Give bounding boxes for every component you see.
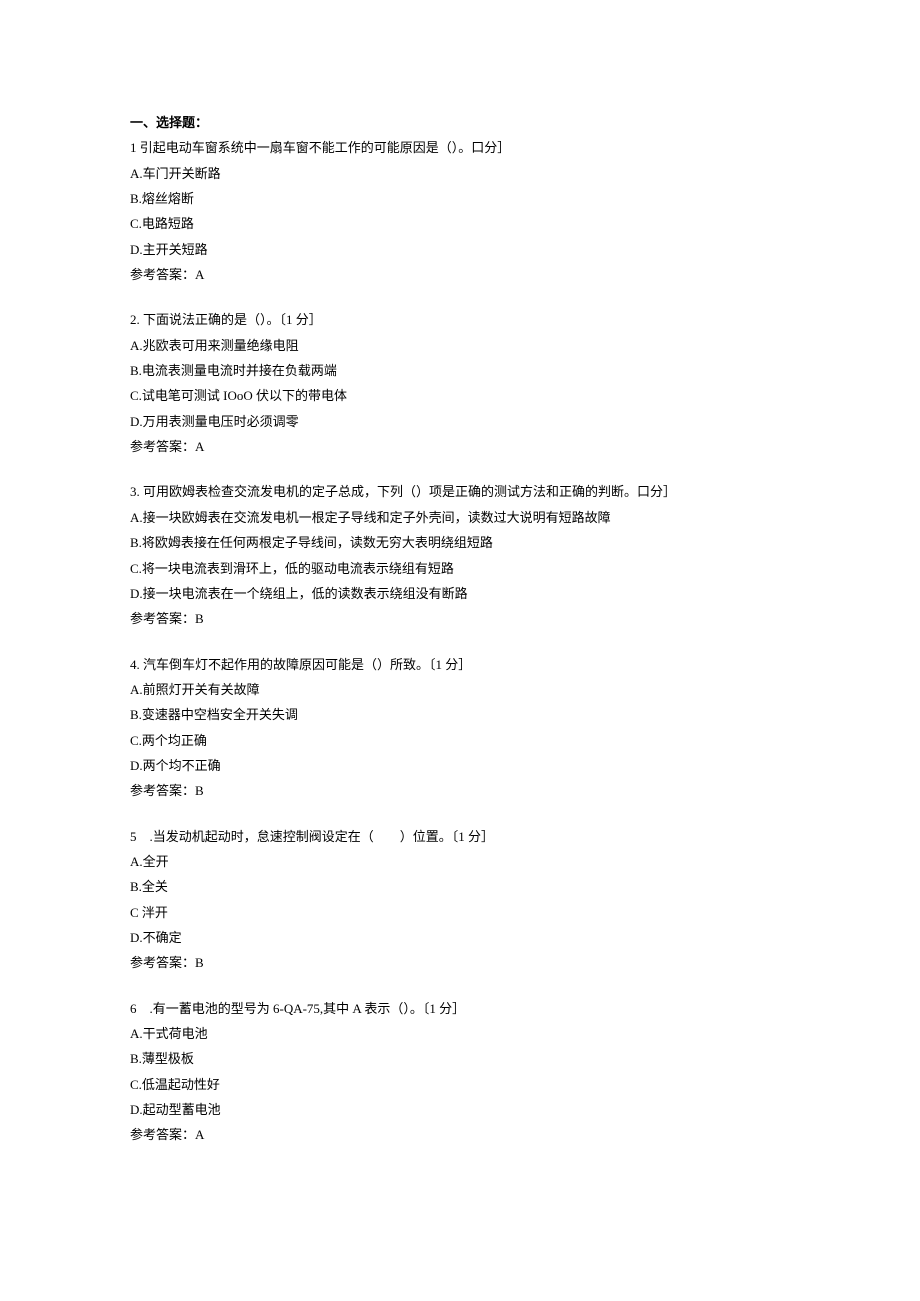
option-a: A.干式荷电池 (130, 1021, 790, 1046)
answer: 参考答案：B (130, 778, 790, 803)
option-a: A.前照灯开关有关故障 (130, 677, 790, 702)
option-b: B.将欧姆表接在任何两根定子导线间，读数无穷大表明绕组短路 (130, 530, 790, 555)
option-d: D.接一块电流表在一个绕组上，低的读数表示绕组没有断路 (130, 581, 790, 606)
question-stem: 6 .有一蓄电池的型号为 6-QA-75,其中 A 表示（）。〔1 分］ (130, 996, 790, 1021)
question-stem: 2. 下面说法正确的是（）。〔1 分］ (130, 307, 790, 332)
question-block-6: 6 .有一蓄电池的型号为 6-QA-75,其中 A 表示（）。〔1 分］ A.干… (130, 996, 790, 1148)
question-stem: 5 .当发动机起动时，怠速控制阀设定在（ ）位置。〔1 分］ (130, 824, 790, 849)
question-stem: 1 引起电动车窗系统中一扇车窗不能工作的可能原因是（）。口分］ (130, 135, 790, 160)
question-block-1: 一、选择题： 1 引起电动车窗系统中一扇车窗不能工作的可能原因是（）。口分］ A… (130, 110, 790, 287)
section-heading: 一、选择题： (130, 110, 790, 135)
option-c: C.低温起动性好 (130, 1072, 790, 1097)
answer: 参考答案：A (130, 434, 790, 459)
option-c: C 泮开 (130, 900, 790, 925)
answer: 参考答案：B (130, 950, 790, 975)
option-d: D.两个均不正确 (130, 753, 790, 778)
answer: 参考答案：A (130, 262, 790, 287)
option-c: C.电路短路 (130, 211, 790, 236)
question-stem: 3. 可用欧姆表检查交流发电机的定子总成，下列（）项是正确的测试方法和正确的判断… (130, 479, 790, 504)
option-b: B.变速器中空档安全开关失调 (130, 702, 790, 727)
answer: 参考答案：B (130, 606, 790, 631)
option-c: C.两个均正确 (130, 728, 790, 753)
option-b: B.薄型极板 (130, 1046, 790, 1071)
option-a: A.接一块欧姆表在交流发电机一根定子导线和定子外壳间，读数过大说明有短路故障 (130, 505, 790, 530)
option-b: B.电流表测量电流时并接在负载两端 (130, 358, 790, 383)
question-block-5: 5 .当发动机起动时，怠速控制阀设定在（ ）位置。〔1 分］ A.全开 B.全关… (130, 824, 790, 976)
option-b: B.熔丝熔断 (130, 186, 790, 211)
question-block-2: 2. 下面说法正确的是（）。〔1 分］ A.兆欧表可用来测量绝缘电阻 B.电流表… (130, 307, 790, 459)
option-d: D.主开关短路 (130, 237, 790, 262)
question-stem: 4. 汽车倒车灯不起作用的故障原因可能是（）所致。〔1 分］ (130, 652, 790, 677)
option-a: A.车门开关断路 (130, 161, 790, 186)
option-c: C.试电笔可测试 IOoO 伏以下的带电体 (130, 383, 790, 408)
answer: 参考答案：A (130, 1122, 790, 1147)
option-d: D.起动型蓄电池 (130, 1097, 790, 1122)
option-c: C.将一块电流表到滑环上，低的驱动电流表示绕组有短路 (130, 556, 790, 581)
option-d: D.不确定 (130, 925, 790, 950)
page-content: 一、选择题： 1 引起电动车窗系统中一扇车窗不能工作的可能原因是（）。口分］ A… (0, 0, 920, 1208)
option-a: A.全开 (130, 849, 790, 874)
option-a: A.兆欧表可用来测量绝缘电阻 (130, 333, 790, 358)
option-d: D.万用表测量电压时必须调零 (130, 409, 790, 434)
question-block-3: 3. 可用欧姆表检查交流发电机的定子总成，下列（）项是正确的测试方法和正确的判断… (130, 479, 790, 631)
option-b: B.全关 (130, 874, 790, 899)
question-block-4: 4. 汽车倒车灯不起作用的故障原因可能是（）所致。〔1 分］ A.前照灯开关有关… (130, 652, 790, 804)
